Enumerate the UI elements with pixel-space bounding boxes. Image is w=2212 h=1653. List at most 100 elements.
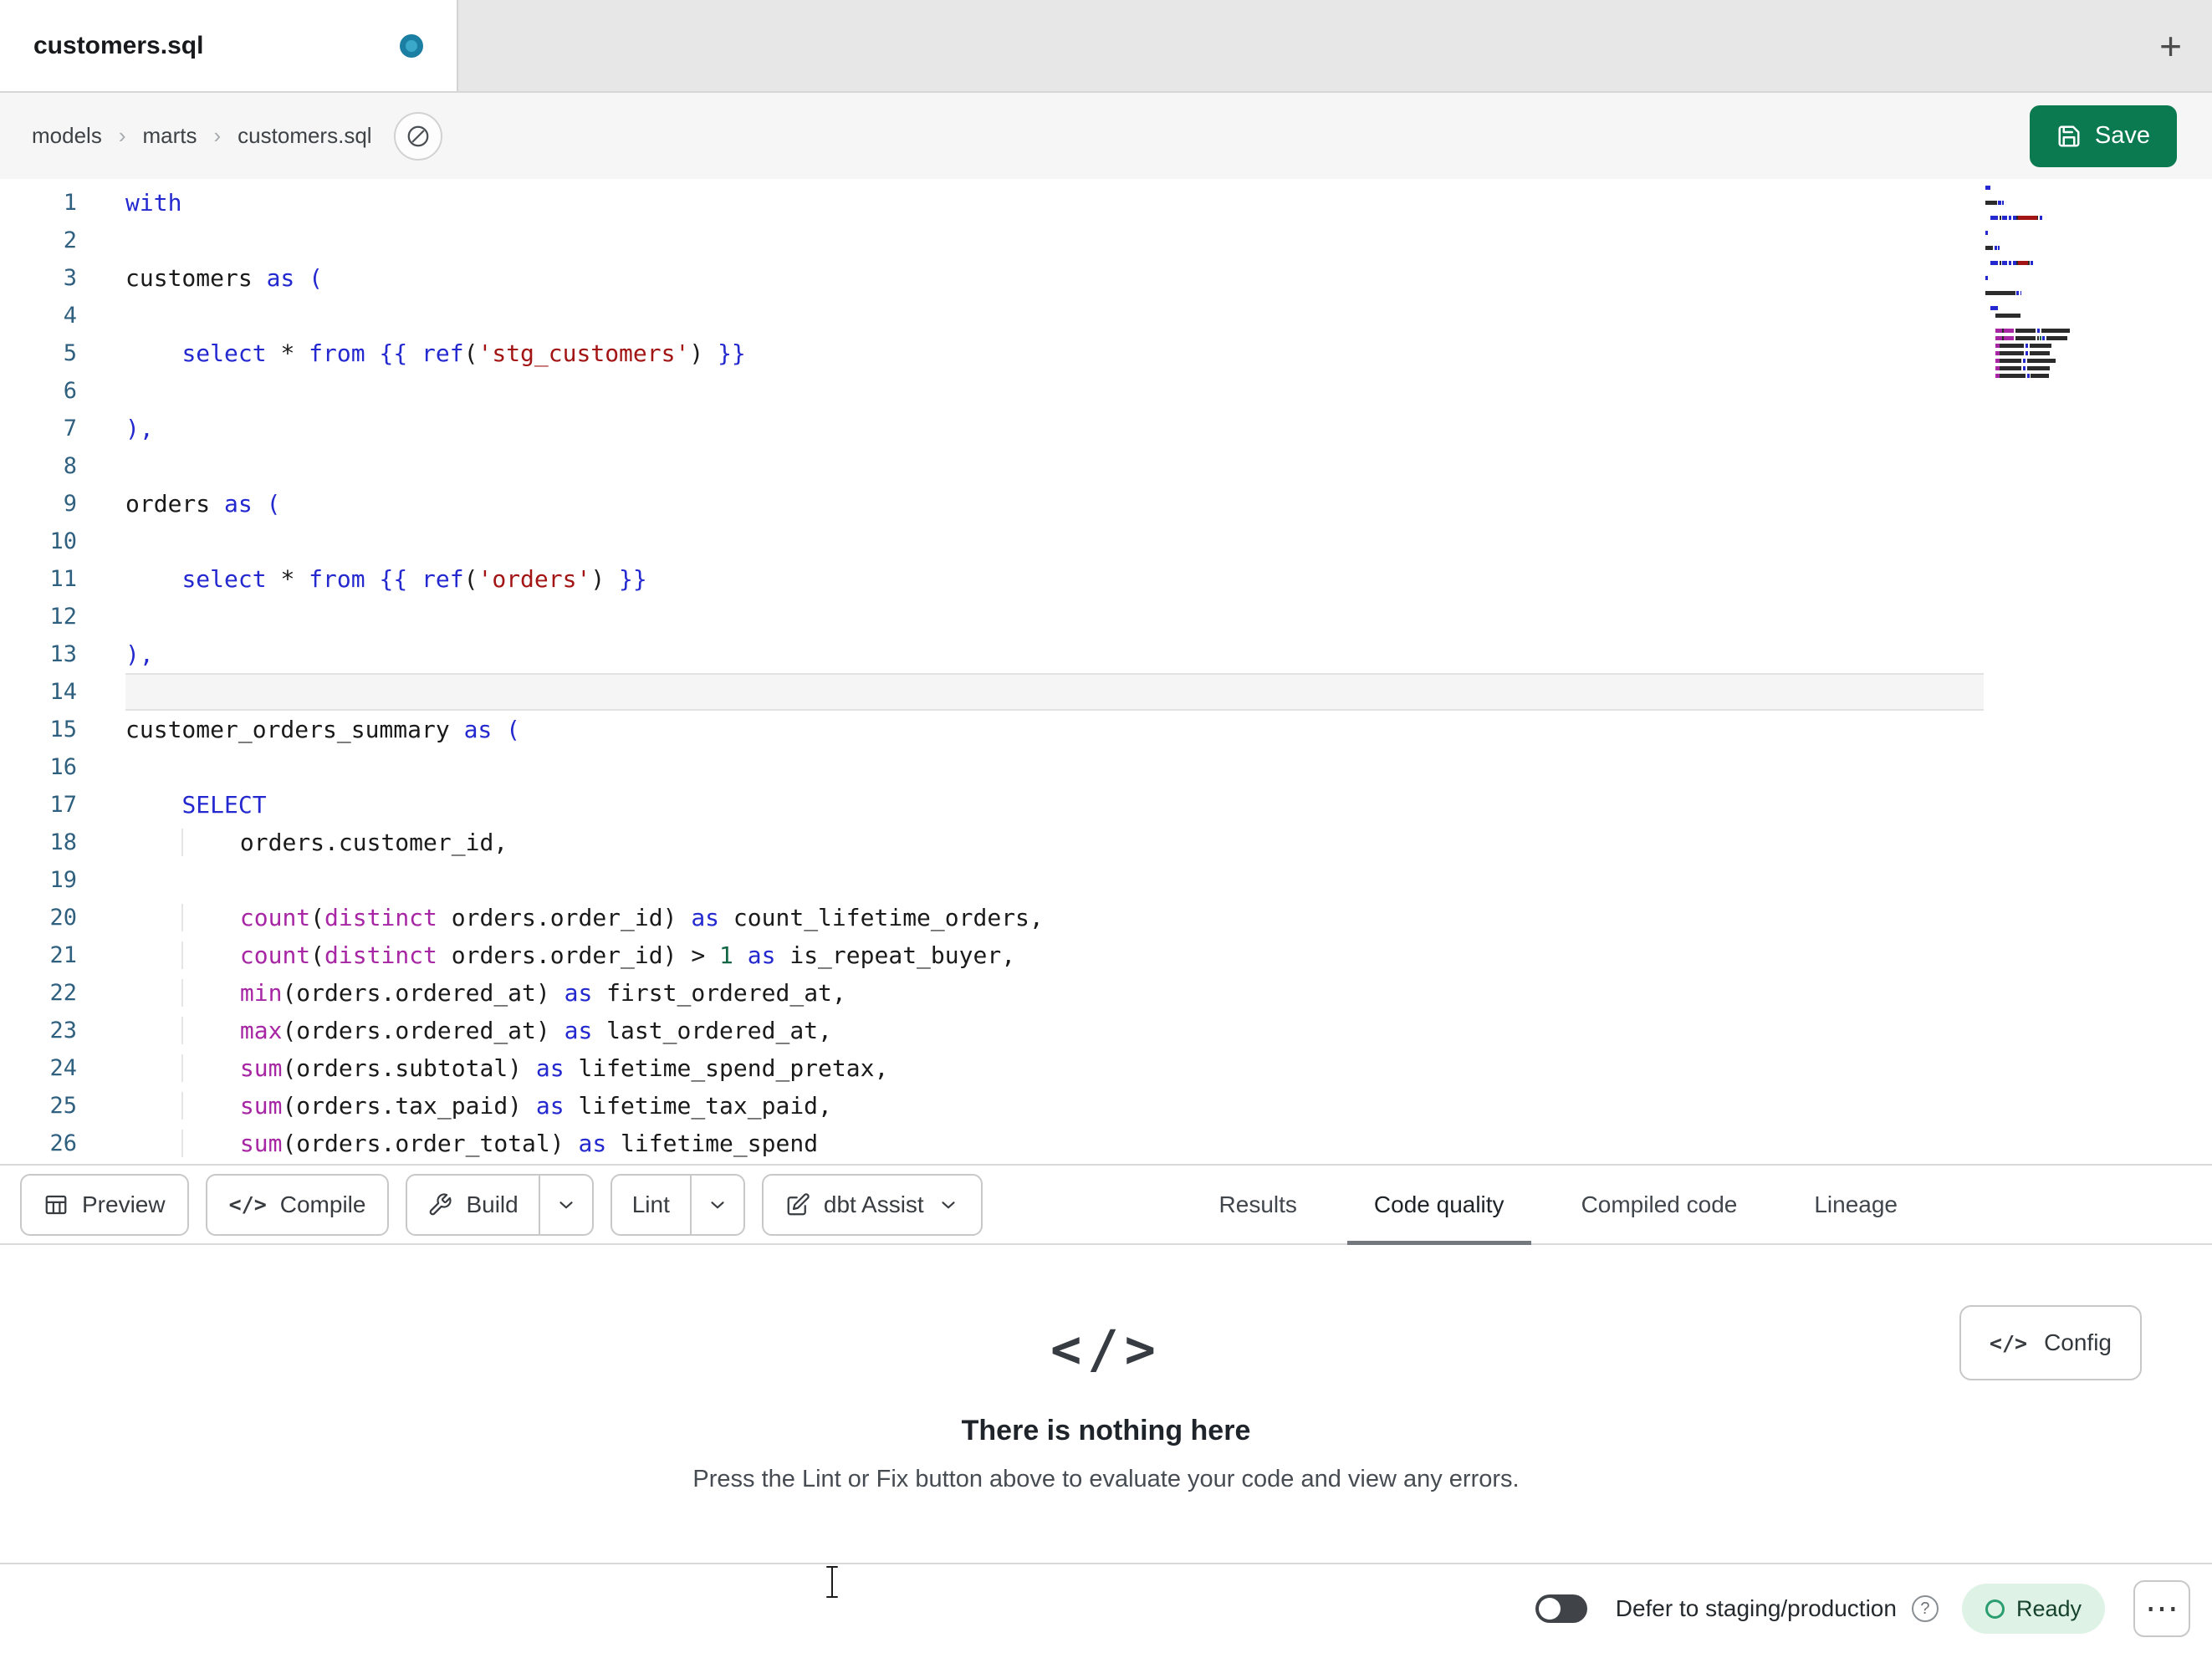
code-line[interactable]: 8 [0,447,1984,485]
file-info-button[interactable] [393,111,442,161]
minimap-row [1985,231,2111,235]
new-tab-button[interactable]: + [2159,27,2182,65]
code-text: count(distinct orders.order_id) > 1 as i… [125,936,1984,974]
file-header-bar: models › marts › customers.sql Save [0,93,2212,179]
editor-toolbar: Preview </> Compile Build Lint dbt Assis… [0,1164,2212,1245]
line-number: 3 [63,265,77,291]
code-icon: </> [228,1192,267,1217]
code-line[interactable]: 20 count(distinct orders.order_id) as co… [0,899,1984,936]
minimap-row [1985,246,2111,250]
code-line[interactable]: 26 sum(orders.order_total) as lifetime_s… [0,1125,1984,1162]
code-line[interactable]: 10 [0,523,1984,560]
minimap-row [1985,216,2111,220]
line-number: 8 [63,453,77,479]
build-split-button: Build [406,1173,594,1236]
minimap-row [1985,208,2111,212]
indent-guide [125,1130,184,1157]
indent-guide [125,904,184,931]
code-line[interactable]: 25 sum(orders.tax_paid) as lifetime_tax_… [0,1087,1984,1125]
panel-tabs: Results Code quality Compiled code Lineage [1181,1166,1936,1245]
line-number: 25 [49,1093,77,1119]
code-editor[interactable]: 1 with 2 3 customers as (4 5 select * from {{… [0,179,2212,1164]
line-number: 2 [63,227,77,253]
more-options-button[interactable]: ⋯ [2133,1580,2190,1637]
empty-state: </> There is nothing here Press the Lint… [0,1245,2212,1493]
breadcrumb-item[interactable]: customers.sql [238,123,371,149]
code-line[interactable]: 12 [0,598,1984,635]
indent-guide [125,1092,184,1120]
preview-button[interactable]: Preview [20,1173,189,1236]
help-icon[interactable]: ? [1911,1595,1939,1622]
minimap-row [1985,291,2111,295]
file-tab-customers-sql[interactable]: customers.sql [0,0,458,91]
code-line[interactable]: 2 [0,222,1984,259]
code-line[interactable]: 17 SELECT [0,786,1984,824]
line-number: 9 [63,491,77,517]
code-text: orders as ( [125,490,281,518]
panel-tab-compiled-code[interactable]: Compiled code [1543,1166,1776,1243]
code-line[interactable]: 11 select * from {{ ref('orders') }} [0,560,1984,598]
minimap-row [1985,314,2111,318]
code-text: min(orders.ordered_at) as first_ordered_… [125,974,1984,1012]
compile-button-label: Compile [279,1191,366,1217]
code-line[interactable]: 3 customers as ( [0,259,1984,297]
dbt-assist-button-label: dbt Assist [823,1191,924,1217]
code-line[interactable]: 19 [0,861,1984,899]
code-line[interactable]: 23 max(orders.ordered_at) as last_ordere… [0,1012,1984,1049]
code-text: orders.customer_id, [125,824,1984,861]
save-button[interactable]: Save [2029,105,2177,167]
code-text: customers as ( [125,264,324,292]
code-line[interactable]: 1 with [0,184,1984,222]
code-text: select * from {{ ref('orders') }} [181,565,647,593]
minimap-row [1985,268,2111,273]
code-text [125,673,1984,711]
indent-guide [125,1017,184,1044]
code-line[interactable]: 18 orders.customer_id, [0,824,1984,861]
code-line[interactable]: 9 orders as ( [0,485,1984,523]
line-number: 7 [63,416,77,441]
lint-split-button: Lint [610,1173,745,1236]
code-text: count(distinct orders.order_id) as count… [125,899,1984,936]
ready-status-icon [1985,1599,2005,1619]
minimap-row [1985,351,2111,355]
line-number: 23 [49,1018,77,1043]
minimap-row [1985,253,2111,258]
indent-guide [125,979,184,1007]
code-line[interactable]: 14 [0,673,1984,711]
code-line[interactable]: 16 [0,748,1984,786]
breadcrumb-item[interactable]: models [32,123,102,149]
compile-button[interactable]: </> Compile [205,1173,390,1236]
lint-button[interactable]: Lint [612,1176,690,1234]
minimap[interactable] [1985,186,2111,381]
build-dropdown-button[interactable] [538,1175,592,1234]
defer-toggle[interactable] [1535,1594,1587,1623]
panel-tab-results[interactable]: Results [1181,1166,1336,1243]
minimap-row [1985,336,2111,340]
status-badge[interactable]: Ready [1961,1584,2105,1634]
code-line[interactable]: 24 sum(orders.subtotal) as lifetime_spen… [0,1049,1984,1087]
code-line[interactable]: 5 select * from {{ ref('stg_customers') … [0,334,1984,372]
line-number: 6 [63,378,77,404]
code-line[interactable]: 22 min(orders.ordered_at) as first_order… [0,974,1984,1012]
breadcrumb-item[interactable]: marts [143,123,197,149]
build-button[interactable]: Build [407,1176,538,1234]
code-line[interactable]: 7), [0,410,1984,447]
edit-icon [785,1192,810,1217]
lint-dropdown-button[interactable] [689,1175,743,1234]
empty-state-subtitle: Press the Lint or Fix button above to ev… [692,1466,1520,1492]
code-line[interactable]: 15 customer_orders_summary as ( [0,711,1984,748]
panel-tab-code-quality[interactable]: Code quality [1336,1166,1543,1245]
code-line[interactable]: 6 [0,372,1984,410]
code-line[interactable]: 21 count(distinct orders.order_id) > 1 a… [0,936,1984,974]
line-number: 19 [49,867,77,893]
code-line[interactable]: 4 [0,297,1984,334]
code-text: ), [125,415,154,442]
dbt-assist-button[interactable]: dbt Assist [761,1173,983,1236]
line-number: 18 [49,829,77,855]
code-line[interactable]: 13), [0,635,1984,673]
minimap-row [1985,374,2111,378]
panel-tab-lineage[interactable]: Lineage [1775,1166,1936,1243]
